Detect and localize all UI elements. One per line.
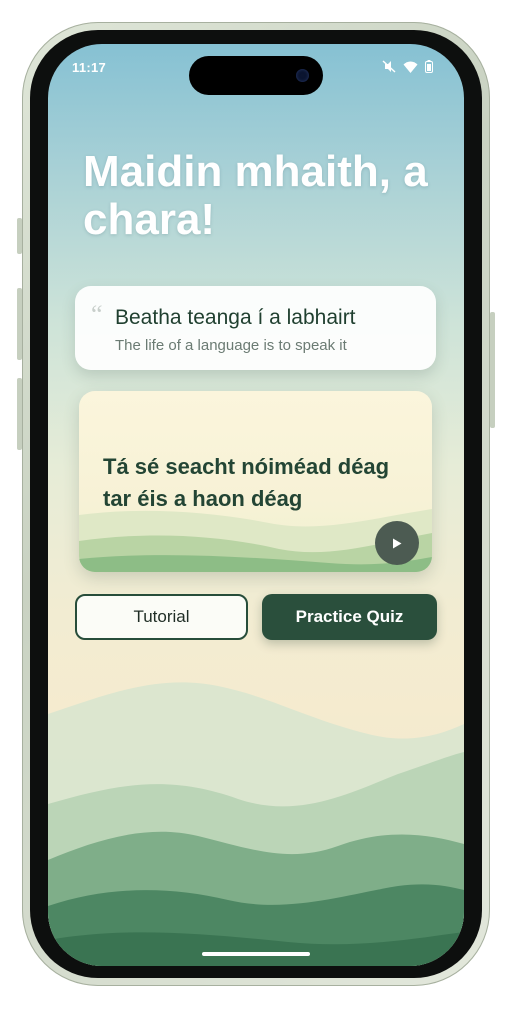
volume-down-button [17,378,22,450]
play-icon [393,538,402,548]
proverb-english: The life of a language is to speak it [115,337,347,354]
quote-icon: “ [91,300,103,329]
mountain-landscape [48,682,464,966]
tutorial-button[interactable]: Tutorial [75,594,248,640]
time-phrase: Tá sé seacht nóiméad déag tar éis a haon… [103,454,390,511]
power-button [490,312,495,428]
wifi-icon [403,61,418,73]
dynamic-island [189,56,323,95]
practice-quiz-button[interactable]: Practice Quiz [262,594,437,640]
proverb-irish: Beatha teanga í a labhairt [115,306,356,329]
mute-icon [382,60,396,73]
camera-icon [296,69,309,82]
proverb-card[interactable]: “ Beatha teanga í a labhairt The life of… [75,286,436,370]
play-button[interactable] [375,521,419,565]
battery-icon [425,60,433,73]
time-phrase-card[interactable]: Tá sé seacht nóiméad déag tar éis a haon… [79,391,432,572]
page-title: Maidin mhaith, a chara! [83,147,428,244]
status-time: 11:17 [72,60,107,75]
home-indicator[interactable] [202,952,310,956]
status-icons [382,60,433,73]
action-button [17,218,22,254]
volume-up-button [17,288,22,360]
